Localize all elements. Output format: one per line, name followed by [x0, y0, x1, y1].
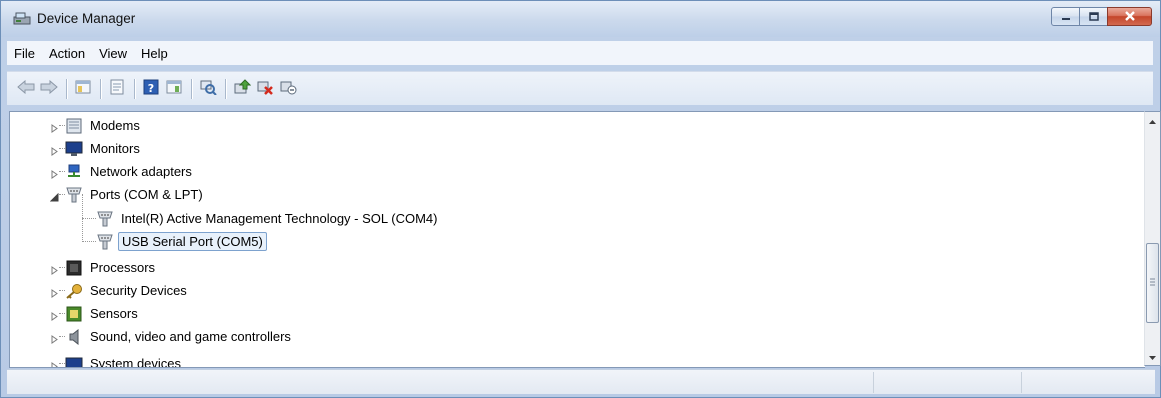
- port-icon: [65, 186, 83, 204]
- tree-item-sound-video-game[interactable]: Sound, video and game controllers: [50, 325, 294, 348]
- disable-button[interactable]: [277, 78, 299, 100]
- menu-action[interactable]: Action: [42, 46, 92, 61]
- menu-help[interactable]: Help: [134, 46, 175, 61]
- scroll-down-button[interactable]: [1145, 348, 1160, 365]
- properties-button[interactable]: [106, 78, 128, 100]
- back-button[interactable]: [15, 78, 37, 100]
- minimize-button[interactable]: [1051, 7, 1080, 26]
- toolbar-separator: [134, 78, 135, 99]
- tree-item-label: Sensors: [90, 306, 138, 321]
- toolbar-separator: [100, 78, 101, 99]
- system-device-icon: [65, 355, 83, 367]
- show-hide-console-tree-button[interactable]: [72, 78, 94, 100]
- network-adapter-icon: [65, 163, 83, 181]
- expand-arrow-icon[interactable]: [50, 144, 59, 156]
- tree-item-network-adapters[interactable]: Network adapters: [50, 160, 195, 183]
- maximize-button[interactable]: [1079, 7, 1108, 26]
- help-icon: ?: [143, 79, 159, 98]
- tree-item-system-devices[interactable]: System devices: [50, 352, 184, 368]
- properties-icon: [110, 79, 124, 98]
- security-device-icon: [65, 282, 83, 300]
- action-pane-icon: [166, 80, 182, 97]
- expand-arrow-icon[interactable]: [50, 286, 59, 298]
- tree-item-label: Network adapters: [90, 164, 192, 179]
- tree-item-security-devices[interactable]: Security Devices: [50, 279, 190, 302]
- expand-arrow-icon[interactable]: [50, 332, 59, 344]
- window-title: Device Manager: [37, 11, 136, 26]
- tree-item-label: Modems: [90, 118, 140, 133]
- modem-icon: [65, 117, 83, 135]
- uninstall-button[interactable]: [254, 78, 276, 100]
- status-panel: [873, 372, 875, 393]
- tree-item-ports[interactable]: Ports (COM & LPT): [49, 183, 206, 206]
- menu-view[interactable]: View: [92, 46, 134, 61]
- show-hide-console-tree-icon: [75, 80, 91, 97]
- update-driver-button[interactable]: [231, 78, 253, 100]
- uninstall-icon: [256, 79, 274, 98]
- tree-item-intel-amt-sol[interactable]: Intel(R) Active Management Technology - …: [96, 207, 440, 230]
- scroll-up-arrow-icon: [1148, 113, 1157, 128]
- tree-item-sensors[interactable]: Sensors: [50, 302, 141, 325]
- tree-item-monitors[interactable]: Monitors: [50, 137, 143, 160]
- device-manager-icon: [13, 12, 31, 26]
- tree-item-label: USB Serial Port (COM5): [118, 232, 267, 251]
- tree-item-label: Processors: [90, 260, 156, 275]
- tree-item-label: Security Devices: [90, 283, 187, 298]
- tree-item-modems[interactable]: Modems: [50, 114, 143, 137]
- menu-bar: File Action View Help: [7, 41, 1153, 65]
- scroll-up-button[interactable]: [1145, 112, 1160, 129]
- action-pane-button[interactable]: [163, 78, 185, 100]
- port-icon: [96, 233, 114, 251]
- monitor-icon: [65, 140, 83, 158]
- vertical-scrollbar[interactable]: [1144, 111, 1161, 366]
- scroll-down-arrow-icon: [1148, 349, 1157, 364]
- forward-arrow-icon: [40, 79, 58, 97]
- toolbar: ?: [7, 71, 1153, 105]
- sensor-icon: [65, 305, 83, 323]
- forward-button[interactable]: [38, 78, 60, 100]
- svg-text:?: ?: [148, 82, 154, 95]
- menu-file[interactable]: File: [7, 46, 42, 61]
- toolbar-separator: [191, 78, 192, 99]
- tree-connector: [82, 241, 96, 243]
- back-arrow-icon: [17, 79, 35, 97]
- close-button[interactable]: [1107, 7, 1152, 26]
- tree-item-usb-serial-port[interactable]: USB Serial Port (COM5): [96, 230, 267, 253]
- scan-hardware-icon: [199, 79, 217, 98]
- port-icon: [96, 210, 114, 228]
- expand-arrow-icon[interactable]: [50, 263, 59, 275]
- title-bar[interactable]: Device Manager: [1, 1, 1160, 37]
- expand-arrow-icon[interactable]: [50, 359, 59, 367]
- toolbar-separator: [225, 78, 226, 99]
- expand-arrow-icon[interactable]: [50, 167, 59, 179]
- tree-item-label: Monitors: [90, 141, 140, 156]
- close-icon: [1124, 9, 1136, 24]
- scan-hardware-button[interactable]: [197, 78, 219, 100]
- tree-item-label: Sound, video and game controllers: [90, 329, 291, 344]
- tree-item-label: System devices: [90, 356, 182, 368]
- collapse-arrow-icon[interactable]: [49, 190, 59, 202]
- expand-arrow-icon[interactable]: [50, 309, 59, 321]
- help-button[interactable]: ?: [140, 78, 162, 100]
- tree-connector: [82, 218, 96, 220]
- tree-item-processors[interactable]: Processors: [50, 256, 158, 279]
- tree-item-label: Ports (COM & LPT): [90, 187, 203, 202]
- maximize-icon: [1088, 9, 1099, 24]
- minimize-icon: [1061, 9, 1071, 24]
- expand-arrow-icon[interactable]: [50, 121, 59, 133]
- disable-icon: [279, 79, 297, 98]
- status-bar: [7, 369, 1155, 394]
- toolbar-separator: [66, 78, 67, 99]
- device-tree[interactable]: Modems Monitors Network adapters Ports (…: [9, 111, 1145, 368]
- device-manager-window: Device Manager File Action View Help ? M…: [0, 0, 1161, 398]
- speaker-icon: [65, 328, 83, 346]
- processor-icon: [65, 259, 83, 277]
- scroll-thumb[interactable]: [1146, 243, 1159, 323]
- tree-item-label: Intel(R) Active Management Technology - …: [121, 211, 438, 226]
- caption-buttons: [1051, 7, 1152, 26]
- update-driver-icon: [233, 79, 252, 98]
- status-panel: [1021, 372, 1023, 393]
